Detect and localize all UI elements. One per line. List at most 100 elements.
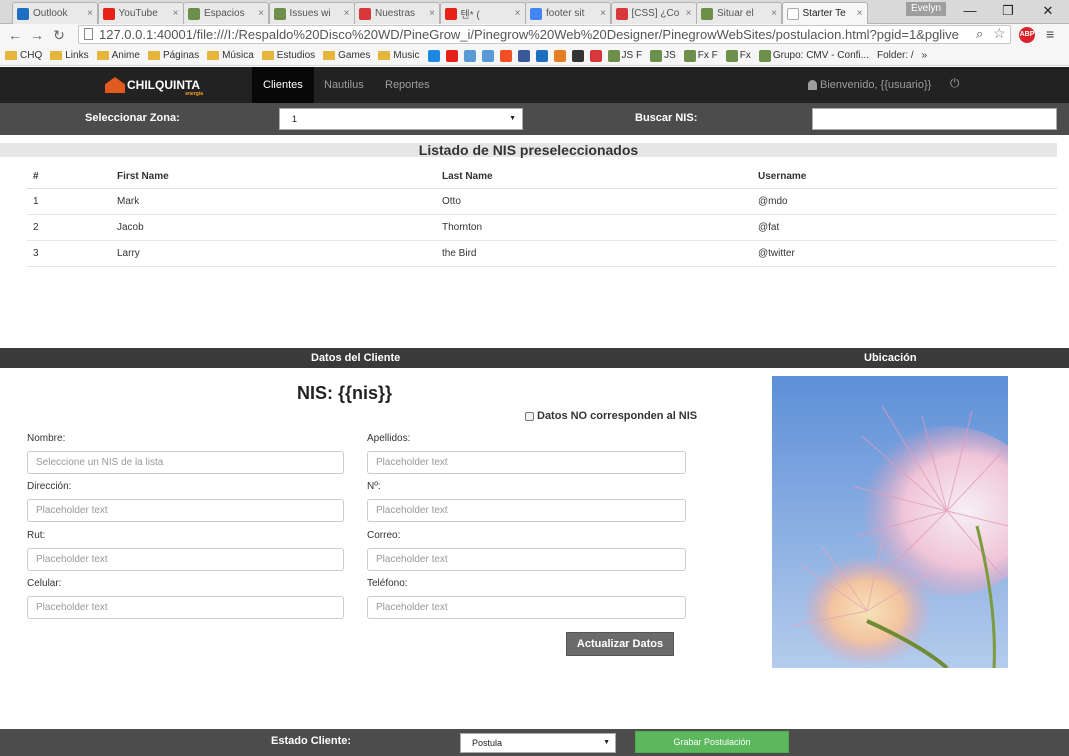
zoom-icon[interactable]: ⌕ (976, 26, 983, 42)
rut-field[interactable]: Placeholder text (27, 548, 344, 571)
welcome-user[interactable]: Bienvenido, {{usuario}} (808, 79, 931, 91)
bookmark-icon[interactable] (589, 49, 602, 62)
browser-tab[interactable]: footer sit × (525, 2, 611, 24)
address-bar[interactable]: 127.0.0.1:40001/file:///I:/Respaldo%20Di… (78, 25, 1011, 44)
checkbox-icon[interactable] (525, 411, 534, 421)
nis-mismatch-label: Datos NO corresponden al NIS (537, 410, 698, 422)
back-icon[interactable]: ← (4, 27, 26, 43)
brand-name: CHILQUINTA (127, 78, 201, 92)
tab-label: YouTube (118, 8, 158, 19)
estado-label: Estado Cliente: (271, 735, 352, 747)
reload-icon[interactable]: ↻ (48, 27, 70, 44)
brand-subtitle: energía (185, 91, 203, 97)
bookmark-icon[interactable] (481, 49, 494, 62)
bookmark-link[interactable]: JS (650, 49, 676, 62)
logout-icon[interactable]: ⏻ (950, 76, 960, 91)
bookmark-label: JS (664, 50, 676, 61)
tab-label: 텐* ( (460, 10, 480, 21)
numero-field[interactable]: Placeholder text (367, 499, 686, 522)
tab-close-icon[interactable]: × (686, 8, 692, 19)
bookmark-icon[interactable] (427, 49, 440, 62)
tab-favicon-icon (701, 7, 713, 20)
bookmarks-more-icon[interactable]: » (922, 50, 928, 61)
bookmark-icon[interactable] (517, 49, 530, 62)
profile-chip[interactable]: Evelyn (906, 2, 946, 16)
browser-tab[interactable]: Starter Te × (781, 2, 868, 24)
bookmark-folder[interactable]: Música (207, 50, 254, 61)
bookmark-folder[interactable]: Páginas (147, 50, 199, 61)
nis-search-input[interactable] (812, 108, 1057, 130)
tab-label: Outlook (33, 8, 68, 19)
bookmark-folder[interactable]: Links (50, 50, 89, 61)
browser-tab[interactable]: [CSS] ¿Co × (610, 2, 697, 24)
browser-tab[interactable]: Nuestras × (354, 2, 440, 24)
minimize-icon[interactable]: — (957, 3, 983, 18)
tab-close-icon[interactable]: × (344, 8, 350, 19)
bookmark-folder[interactable]: Music (378, 50, 420, 61)
tab-close-icon[interactable]: × (173, 8, 179, 19)
bookmark-link[interactable]: JS F (607, 49, 642, 62)
browser-tab[interactable]: YouTube × (97, 2, 184, 24)
nis-mismatch-checkbox[interactable]: Datos NO corresponden al NIS (525, 410, 697, 422)
nav-nautilus[interactable]: Nautilus (313, 67, 375, 103)
table-row[interactable]: 3 Larry the Bird @twitter (27, 240, 1057, 267)
bookmark-icon[interactable] (499, 49, 512, 62)
celular-field[interactable]: Placeholder text (27, 596, 344, 619)
bookmark-icon[interactable] (535, 49, 548, 62)
bookmark-label: Anime (111, 50, 140, 61)
bookmark-folder[interactable]: Estudios (261, 50, 315, 61)
nombre-field[interactable]: Seleccione un NIS de la lista (27, 451, 344, 474)
tab-close-icon[interactable]: × (258, 8, 264, 19)
browser-tab[interactable]: Issues wi × (268, 2, 355, 24)
bookmark-link[interactable]: Fx (725, 49, 751, 62)
browser-tab[interactable]: Situar el × (696, 2, 782, 24)
nav-reportes[interactable]: Reportes (374, 67, 441, 103)
bookmark-star-icon[interactable]: ☆ (993, 25, 1006, 42)
adblock-icon[interactable]: ABP (1019, 27, 1035, 43)
tab-close-icon[interactable]: × (87, 8, 93, 19)
brand-logo[interactable]: CHILQUINTA energía (105, 74, 205, 97)
bookmark-label: Games (338, 50, 371, 61)
bookmark-link[interactable]: Fx F (683, 49, 718, 62)
bookmark-folder[interactable]: Anime (96, 50, 140, 61)
bookmark-icon[interactable] (571, 49, 584, 62)
tab-close-icon[interactable]: × (429, 8, 435, 19)
nav-clientes[interactable]: Clientes (252, 67, 314, 103)
zone-select[interactable]: 1 ▼ (279, 108, 523, 130)
tab-close-icon[interactable]: × (857, 8, 863, 19)
bookmark-icon[interactable] (445, 49, 458, 62)
tab-close-icon[interactable]: × (515, 8, 521, 19)
bookmark-link[interactable]: Grupo: CMV - Confi... (758, 49, 869, 62)
apellidos-field[interactable]: Placeholder text (367, 451, 686, 474)
table-row[interactable]: 1 Mark Otto @mdo (27, 188, 1057, 215)
bookmark-folder[interactable]: CHQ (5, 50, 42, 61)
bookmark-label: Grupo: CMV - Confi... (772, 50, 869, 61)
bookmark-icon[interactable] (463, 49, 476, 62)
menu-icon[interactable]: ≡ (1046, 26, 1054, 42)
table-row[interactable]: 2 Jacob Thornton @fat (27, 214, 1057, 241)
bookmark-folder[interactable]: Games (323, 50, 370, 61)
table-cell: Jacob (111, 214, 436, 241)
forward-icon[interactable]: → (26, 27, 48, 43)
bookmark-favicon-icon (650, 49, 663, 62)
browser-tab[interactable]: Outlook × (12, 2, 98, 24)
browser-tab-bar: Outlook × YouTube × Espacios × Issues wi × Nuest… (0, 0, 1069, 24)
close-window-icon[interactable]: ✕ (1035, 3, 1061, 19)
browser-tab[interactable]: Espacios × (183, 2, 269, 24)
estado-select[interactable]: Postula ▼ (460, 733, 616, 753)
bookmark-icon[interactable] (553, 49, 566, 62)
zone-label: Seleccionar Zona: (85, 112, 180, 124)
correo-field[interactable]: Placeholder text (367, 548, 686, 571)
telefono-field[interactable]: Placeholder text (367, 596, 686, 619)
celular-label: Celular: (27, 578, 62, 589)
tab-close-icon[interactable]: × (600, 8, 606, 19)
bookmark-folder-trailing[interactable]: Folder: / (877, 50, 914, 61)
save-application-button[interactable]: Grabar Postulación (635, 731, 789, 753)
update-data-button[interactable]: Actualizar Datos (566, 632, 674, 656)
col-header-username: Username (752, 165, 1057, 189)
restore-icon[interactable]: ❐ (995, 3, 1021, 19)
direccion-field[interactable]: Placeholder text (27, 499, 344, 522)
table-cell: @twitter (752, 240, 1057, 267)
browser-tab[interactable]: 텐* ( × (439, 2, 526, 24)
tab-close-icon[interactable]: × (771, 8, 777, 19)
